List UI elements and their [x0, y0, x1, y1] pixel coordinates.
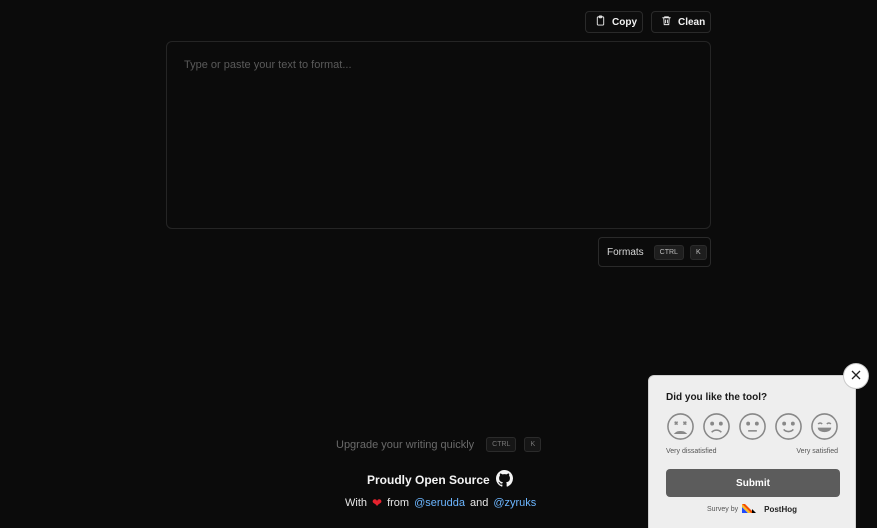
survey-popup: Did you like the tool? Very dissatisfied… [648, 363, 869, 528]
shortcut-key-k: K [689, 244, 707, 260]
with-text: With [345, 497, 367, 509]
dissatisfied-icon[interactable] [702, 412, 731, 441]
powered-by: Survey by PostHog [649, 504, 855, 515]
satisfied-icon[interactable] [774, 412, 803, 441]
posthog-brand: PostHog [764, 505, 797, 514]
proud-text: Proudly Open Source [367, 473, 490, 487]
clean-button[interactable]: Clean [651, 11, 711, 33]
upgrade-hint: Upgrade your writing quickly CTRL K [336, 437, 542, 452]
open-source-link[interactable]: Proudly Open Source [367, 470, 513, 490]
low-rating-label: Very dissatisfied [666, 448, 717, 455]
rating-scale [666, 412, 839, 441]
from-text: from [387, 497, 410, 509]
text-editor [166, 41, 711, 229]
neutral-icon[interactable] [738, 412, 767, 441]
powered-prefix: Survey by [706, 506, 739, 513]
shortcut-key-k: K [524, 437, 542, 452]
close-icon [851, 367, 861, 385]
credits: With ❤ from @serudda and @zyruks [345, 496, 536, 510]
trash-icon [661, 15, 672, 29]
github-icon [495, 470, 513, 490]
close-survey-button[interactable] [843, 363, 869, 389]
heart-icon: ❤ [372, 496, 383, 510]
author-link-serudda[interactable]: @serudda [414, 497, 465, 509]
author-link-zyruks[interactable]: @zyruks [493, 497, 536, 509]
shortcut-key-ctrl: CTRL [486, 437, 517, 452]
shortcut-key-ctrl: CTRL [653, 244, 684, 260]
copy-button[interactable]: Copy [585, 11, 643, 33]
and-text: and [469, 497, 489, 509]
clipboard-icon [595, 15, 606, 29]
submit-button[interactable]: Submit [666, 469, 840, 497]
formats-label: Formats [607, 246, 644, 258]
formats-button[interactable]: Formats CTRL K [598, 237, 711, 267]
copy-label: Copy [612, 16, 637, 28]
high-rating-label: Very satisfied [796, 448, 838, 455]
posthog-logo-icon [742, 504, 760, 515]
text-input[interactable] [184, 59, 693, 211]
upgrade-text: Upgrade your writing quickly [336, 438, 475, 451]
very-satisfied-icon[interactable] [810, 412, 839, 441]
survey-question: Did you like the tool? [666, 392, 768, 403]
very-dissatisfied-icon[interactable] [666, 412, 695, 441]
clean-label: Clean [678, 16, 706, 28]
